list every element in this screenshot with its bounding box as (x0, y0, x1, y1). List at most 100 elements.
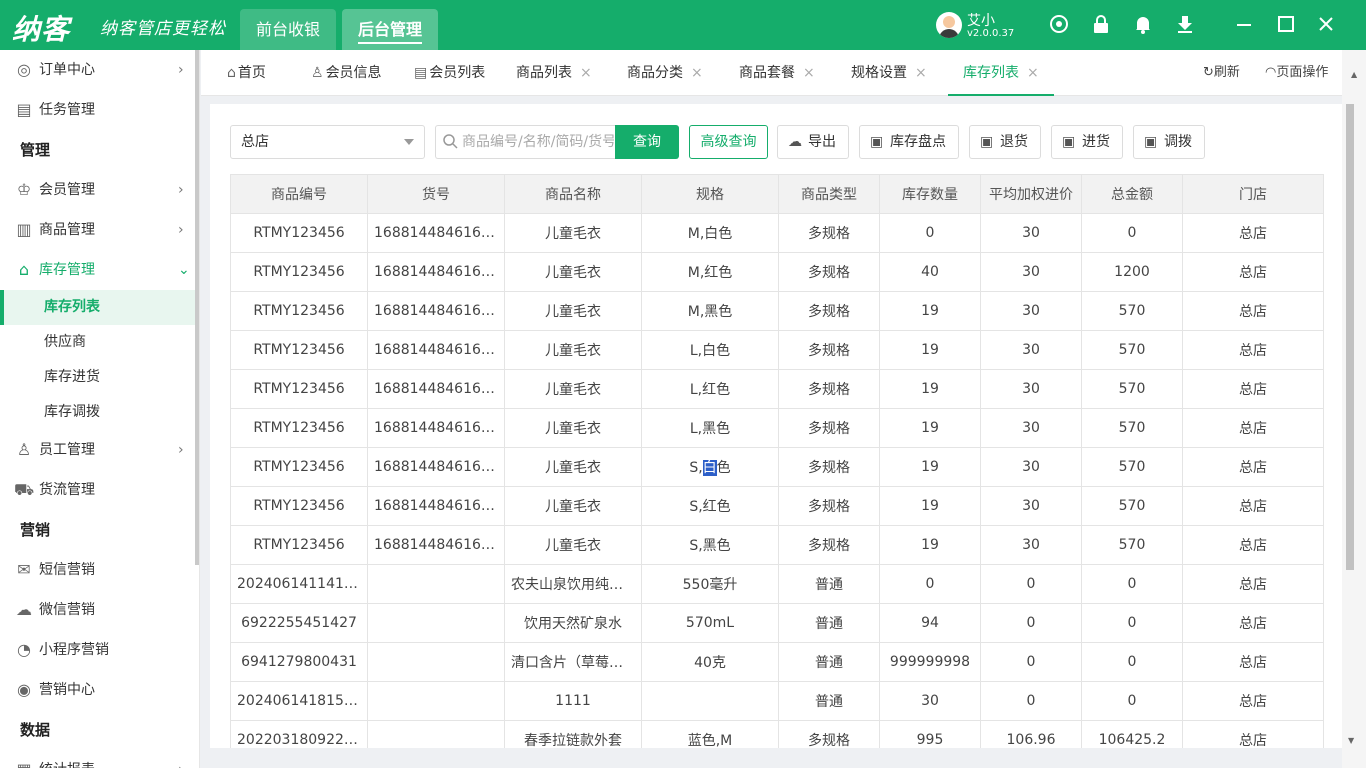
column-header[interactable]: 库存数量 (879, 174, 981, 214)
table-row[interactable]: RTMY123456 16881448461627… 儿童毛衣 L,白色 多规格 19 30… (230, 330, 1324, 370)
table-row[interactable]: RTMY123456 16881448461627… 儿童毛衣 S,黑色 多规格 19 30… (230, 525, 1324, 565)
chevron-right-icon: › (178, 750, 184, 768)
sidebar-item-stock-transfer[interactable]: 库存调拨 (0, 395, 196, 430)
sidebar-item-inventory[interactable]: ⌂ 库存管理 ⌄ (0, 250, 196, 290)
close-icon[interactable]: × (691, 65, 703, 81)
sidebar-item-inventory-list[interactable]: 库存列表 (0, 290, 196, 325)
table-row[interactable]: RTMY123456 16881448461627… 儿童毛衣 M,黑色 多规格 19 30… (230, 291, 1324, 331)
column-header[interactable]: 商品名称 (504, 174, 642, 214)
gauge-icon: ◠ (1265, 65, 1277, 80)
grid-icon: ▥ (16, 220, 32, 239)
sidebar-item-members[interactable]: ♔ 会员管理 › (0, 170, 196, 210)
sidebar-item-staff[interactable]: ♙ 员工管理 › (0, 430, 196, 470)
tab-product-category[interactable]: 商品分类 × (627, 50, 703, 96)
close-icon[interactable]: × (803, 65, 815, 81)
column-header[interactable]: 总金额 (1081, 174, 1183, 214)
scroll-down-icon[interactable]: ▼ (1348, 736, 1354, 745)
tab-product-list[interactable]: 商品列表 × (516, 50, 592, 96)
page-ops-button[interactable]: ◠页面操作 (1265, 50, 1328, 96)
bell-icon[interactable] (1131, 13, 1155, 37)
sidebar-item-products[interactable]: ▥ 商品管理 › (0, 210, 196, 250)
table-cell (641, 681, 779, 721)
sidebar-item-suppliers[interactable]: 供应商 (0, 325, 196, 360)
sidebar-item-logistics[interactable]: ⛟ 货流管理 (0, 470, 196, 510)
wechat-icon: ☁ (16, 600, 32, 619)
table-row[interactable]: RTMY123456 16881448461627… 儿童毛衣 M,红色 多规格 40 30… (230, 252, 1324, 292)
tab-home[interactable]: ⌂ 首页 (227, 50, 266, 96)
table-row[interactable]: 6922255451427 饮用天然矿泉水 570mL 普通 94 0 0 总店 (230, 603, 1324, 643)
close-icon[interactable]: × (1027, 65, 1039, 81)
table-row[interactable]: RTMY123456 16881448461627… 儿童毛衣 S,白色 多规格 19 30… (230, 447, 1324, 487)
close-icon[interactable]: × (915, 65, 927, 81)
table-cell: RTMY123456 (230, 408, 368, 448)
table-row[interactable]: 20240614181555 1111 普通 30 0 0 总店 (230, 681, 1324, 721)
tab-front-cashier[interactable]: 前台收银 (240, 9, 337, 50)
scroll-up-icon[interactable]: ▲ (1351, 70, 1357, 79)
tab-product-package[interactable]: 商品套餐 × (739, 50, 815, 96)
table-row[interactable]: 20220318092204 春季拉链款外套 蓝色,M 多规格 995 106.96 106… (230, 720, 1324, 748)
table-cell: 儿童毛衣 (504, 408, 642, 448)
table-row[interactable]: RTMY123456 16881448461627… 儿童毛衣 L,黑色 多规格 19 30… (230, 408, 1324, 448)
table-cell (367, 681, 505, 721)
tab-back-office[interactable]: 后台管理 (342, 9, 439, 50)
table-cell: 30 (980, 330, 1082, 370)
return-button[interactable]: ▣ 退货 (969, 125, 1041, 159)
sidebar-item-wechat[interactable]: ☁ 微信营销 (0, 590, 196, 630)
sidebar-scrollbar[interactable] (195, 50, 199, 565)
column-header[interactable]: 门店 (1182, 174, 1324, 214)
table-cell: 19 (879, 447, 981, 487)
download-icon[interactable] (1173, 13, 1197, 37)
minimize-icon[interactable] (1232, 13, 1256, 37)
sidebar-item-stock-in[interactable]: 库存进货 (0, 360, 196, 395)
lock-icon[interactable] (1089, 13, 1113, 37)
column-header[interactable]: 货号 (367, 174, 505, 214)
table-cell: 0 (980, 564, 1082, 604)
app-slogan: 纳客管店更轻松 (100, 19, 226, 39)
tab-member-info[interactable]: ♙ 会员信息 (311, 50, 382, 96)
sidebar-item-label: 微信营销 (39, 602, 95, 618)
table-row[interactable]: 6941279800431 清口含片（草莓味） 40克 普通 999999998 0 0 总店 (230, 642, 1324, 682)
page-tab-bar: ⌂ 首页 ♙ 会员信息 ▤ 会员列表 商品列表 × 商品分类 × 商品套餐 × 规格设置 × … (201, 50, 1366, 96)
column-header[interactable]: 商品编号 (230, 174, 368, 214)
sidebar-item-marketing-center[interactable]: ◉ 营销中心 (0, 670, 196, 710)
scrollbar-thumb[interactable] (1346, 104, 1354, 570)
tab-inventory-list[interactable]: 库存列表 × (948, 50, 1054, 96)
transfer-button[interactable]: ▣ 调拨 (1133, 125, 1205, 159)
table-cell: 饮用天然矿泉水 (504, 603, 642, 643)
store-select[interactable]: 总店 (230, 125, 425, 159)
table-cell: 0 (879, 213, 981, 253)
tab-label: 首页 (237, 65, 266, 81)
column-header[interactable]: 平均加权进价 (980, 174, 1082, 214)
table-row[interactable]: 20240614114131 农夫山泉饮用纯净… 550毫升 普通 0 0 0 总店 (230, 564, 1324, 604)
column-header[interactable]: 规格 (641, 174, 779, 214)
maximize-icon[interactable] (1274, 13, 1298, 37)
close-icon[interactable]: × (580, 65, 592, 81)
query-button[interactable]: 查询 (615, 125, 679, 159)
page-scrollbar[interactable]: ▲ ▼ (1342, 50, 1366, 768)
headset-icon[interactable] (1047, 13, 1071, 37)
user-profile[interactable]: 艾小 v2.0.0.37 (936, 10, 1016, 42)
column-header[interactable]: 商品类型 (778, 174, 880, 214)
refresh-button[interactable]: ↻刷新 (1203, 50, 1240, 96)
close-icon[interactable] (1314, 13, 1338, 37)
sidebar-item-label: 营销中心 (39, 682, 95, 698)
stocktake-button[interactable]: ▣ 库存盘点 (859, 125, 959, 159)
tab-member-list[interactable]: ▤ 会员列表 (414, 50, 485, 96)
table-cell: 16881448461627… (367, 213, 505, 253)
table-cell: 0 (980, 681, 1082, 721)
advanced-query-button[interactable]: 高级查询 (689, 125, 768, 159)
inventory-panel: 总店 查询 高级查询 ☁ 导出 ▣ 库存盘点 ▣ 退货 ▣ 进货 ▣ 调拨 商品编号 货号… (210, 104, 1342, 748)
export-button[interactable]: ☁ 导出 (777, 125, 849, 159)
purchase-button[interactable]: ▣ 进货 (1051, 125, 1123, 159)
tab-spec-settings[interactable]: 规格设置 × (851, 50, 927, 96)
table-row[interactable]: RTMY123456 16881448461627… 儿童毛衣 S,红色 多规格 19 30… (230, 486, 1324, 526)
table-cell: 儿童毛衣 (504, 486, 642, 526)
table-row[interactable]: RTMY123456 16881448461627… 儿童毛衣 L,红色 多规格 19 30… (230, 369, 1324, 409)
sidebar-item-sms[interactable]: ✉ 短信营销 (0, 550, 196, 590)
table-row[interactable]: RTMY123456 16881448461627… 儿童毛衣 M,白色 多规格 0 30 0… (230, 213, 1324, 253)
sidebar-item-orders[interactable]: ◎ 订单中心 › (0, 50, 196, 90)
search-input[interactable] (462, 126, 614, 158)
sidebar-item-tasks[interactable]: ▤ 任务管理 (0, 90, 196, 130)
sidebar-item-miniprogram[interactable]: ◔ 小程序营销 (0, 630, 196, 670)
sidebar-item-reports[interactable]: ▦ 统计报表 › (0, 750, 196, 768)
